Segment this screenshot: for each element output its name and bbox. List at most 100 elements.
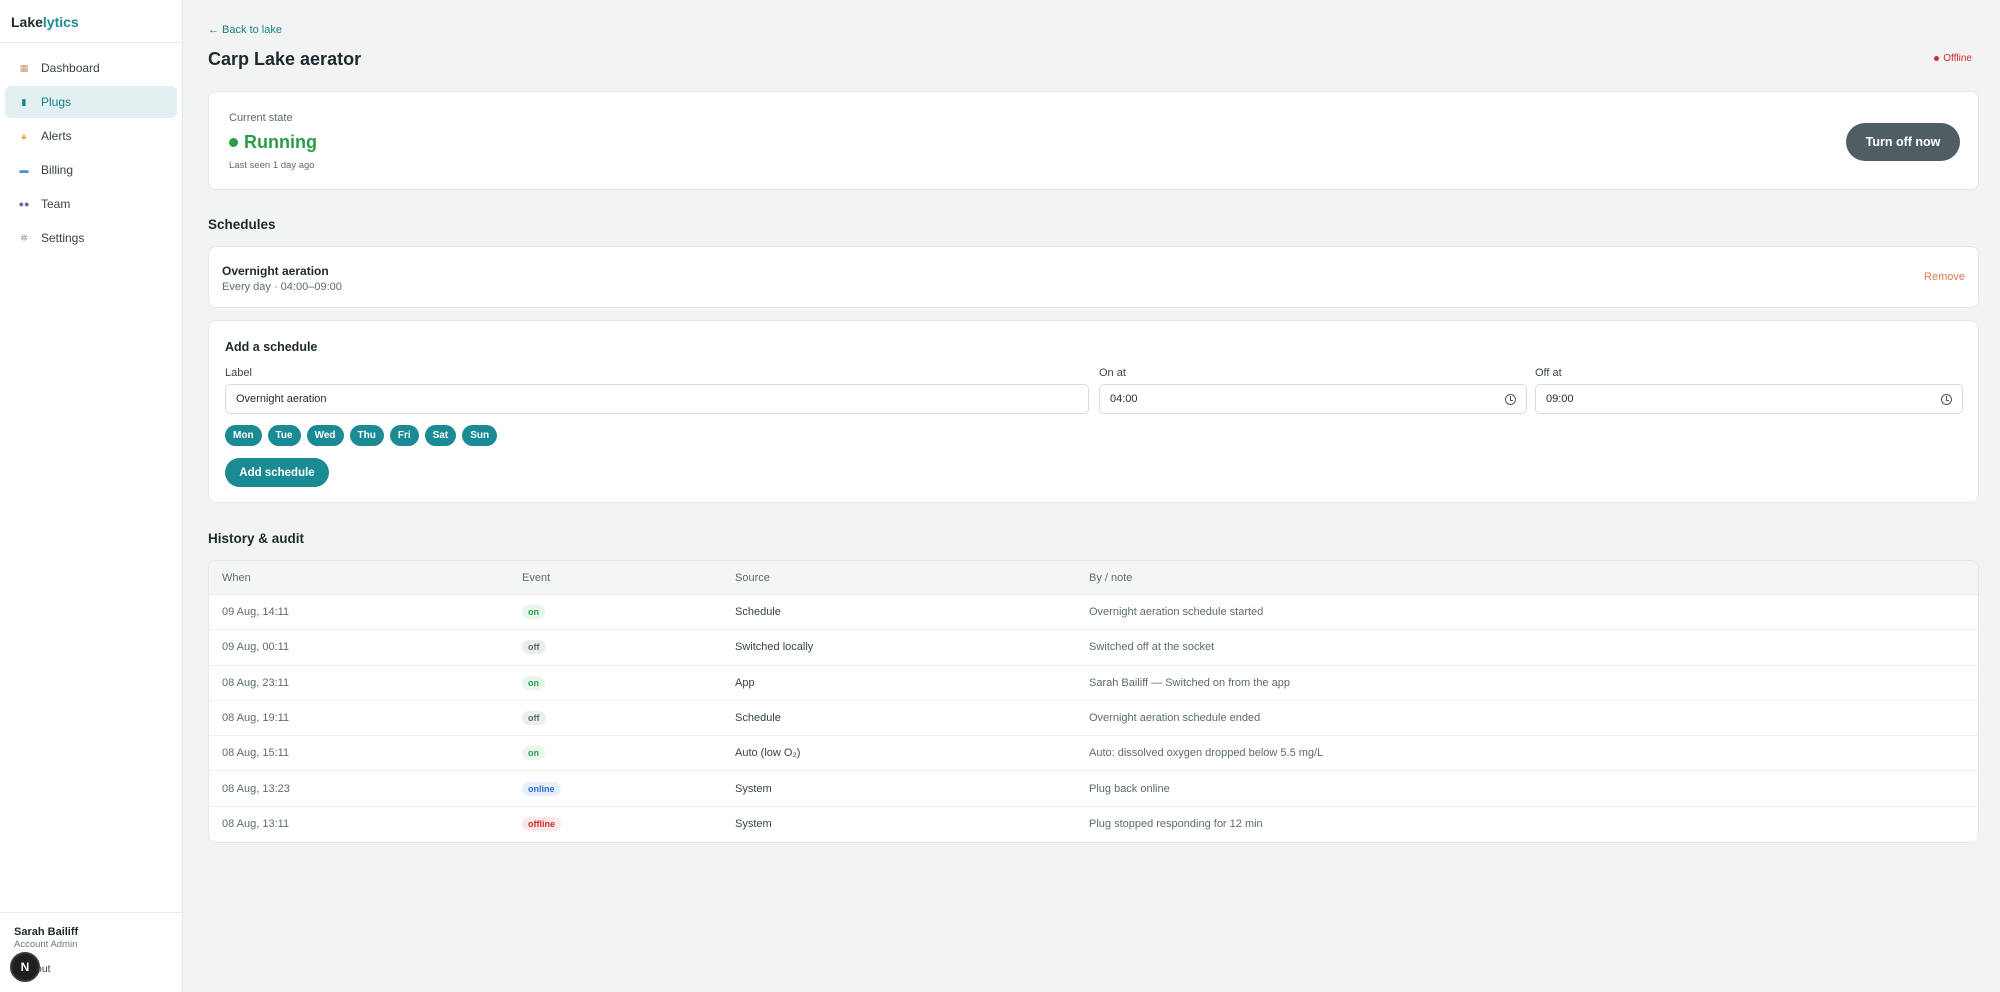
schedule-time: Every day · 04:00–09:00	[222, 281, 342, 293]
label-input[interactable]: Overnight aeration	[225, 384, 1089, 414]
day-chip-sun[interactable]: Sun	[462, 425, 498, 446]
team-icon: ●●	[18, 199, 30, 209]
status-dot-icon	[1934, 56, 1940, 61]
day-chip-wed[interactable]: Wed	[306, 425, 344, 446]
table-row: 09 Aug, 00:11 off Switched locally Switched…	[209, 630, 1978, 666]
cell-when: 08 Aug, 15:11	[222, 747, 290, 760]
sidebar: Lakelytics ▦ Dashboard ▮ Plugs ▲ Alerts ▬ Billi…	[0, 0, 183, 992]
column-note: By / note	[1089, 571, 1133, 584]
add-schedule-card: Add a schedule Label Overnight aeration …	[208, 320, 1979, 503]
sidebar-item-plugs[interactable]: ▮ Plugs	[5, 86, 177, 118]
sidebar-item-dashboard[interactable]: ▦ Dashboard	[5, 52, 177, 84]
clock-icon[interactable]	[1941, 393, 1952, 405]
column-event: Event	[522, 571, 551, 584]
cell-event: online	[522, 781, 735, 796]
event-badge: offline	[522, 817, 561, 832]
page-title: Carp Lake aerator	[208, 49, 362, 69]
day-chip-mon[interactable]: Mon	[225, 425, 262, 446]
table-body: 09 Aug, 14:11 on Schedule Overnight aeratio…	[209, 595, 1978, 842]
current-state-card: Current state Running Last seen 1 day ag…	[208, 91, 1979, 190]
state-label: Current state	[229, 112, 293, 124]
cell-when: 08 Aug, 23:11	[222, 676, 290, 689]
sidebar-item-label: Dashboard	[41, 61, 100, 75]
cell-source: Schedule	[735, 606, 781, 619]
off-at-time-input[interactable]: 09:00	[1535, 384, 1963, 414]
cell-note: Auto: dissolved oxygen dropped below 5.5…	[1089, 747, 1324, 760]
schedule-item: Overnight aeration Every day · 04:00–09:…	[208, 246, 1979, 308]
user-name: Sarah Bailiff	[14, 926, 79, 938]
sidebar-item-team[interactable]: ●● Team	[5, 188, 177, 220]
day-chip-sat[interactable]: Sat	[424, 425, 457, 446]
event-badge: online	[522, 781, 561, 796]
cell-note: Plug stopped responding for 12 min	[1089, 818, 1263, 831]
sidebar-item-label: Billing	[41, 163, 74, 177]
column-source: Source	[735, 571, 770, 584]
remove-schedule-button[interactable]: Remove	[1924, 271, 1965, 283]
sidebar-item-alerts[interactable]: ▲ Alerts	[5, 120, 177, 152]
bell-icon: ▲	[19, 131, 29, 141]
cell-source: System	[735, 818, 772, 831]
cell-note: Plug back online	[1089, 782, 1170, 795]
cell-when: 09 Aug, 00:11	[222, 641, 290, 654]
day-selector: Mon Tue Wed Thu Fri Sat Sun	[225, 425, 498, 446]
sidebar-item-settings[interactable]: ✲ Settings	[5, 222, 177, 254]
cell-note: Sarah Bailiff — Switched on from the app	[1089, 676, 1290, 689]
on-at-time-input[interactable]: 04:00	[1099, 384, 1527, 414]
cell-event: on	[522, 746, 735, 761]
plug-icon: ▮	[21, 96, 27, 107]
cell-note: Switched off at the socket	[1089, 641, 1215, 654]
add-schedule-title: Add a schedule	[225, 340, 318, 354]
event-badge: off	[522, 711, 546, 726]
day-chip-thu[interactable]: Thu	[349, 425, 384, 446]
add-schedule-button[interactable]: Add schedule	[225, 458, 329, 487]
cell-note: Overnight aeration schedule ended	[1089, 712, 1261, 725]
sidebar-item-label: Settings	[41, 231, 85, 245]
gear-icon: ✲	[20, 232, 28, 243]
cell-event: on	[522, 675, 735, 690]
on-at-label: On at	[1099, 367, 1126, 379]
sidebar-item-label: Team	[41, 197, 71, 211]
day-chip-fri[interactable]: Fri	[389, 425, 419, 446]
turn-off-button[interactable]: Turn off now	[1846, 123, 1960, 161]
history-table: When Event Source By / note 09 Aug, 14:1…	[208, 560, 1979, 843]
cell-event: offline	[522, 817, 735, 832]
running-dot-icon	[229, 138, 238, 147]
day-chip-tue[interactable]: Tue	[267, 425, 301, 446]
avatar[interactable]: N	[10, 952, 40, 982]
cell-source: System	[735, 782, 772, 795]
cell-when: 09 Aug, 14:11	[222, 606, 290, 619]
cell-source: Switched locally	[735, 641, 814, 654]
table-row: 08 Aug, 23:11 on App Sarah Bailiff — Switch…	[209, 666, 1978, 701]
schedules-title: Schedules	[208, 217, 276, 232]
brand-logo[interactable]: Lakelytics	[0, 0, 182, 43]
sidebar-item-billing[interactable]: ▬ Billing	[5, 154, 177, 186]
event-badge: on	[522, 746, 545, 761]
table-row: 08 Aug, 19:11 off Schedule Overnight aerati…	[209, 701, 1978, 737]
cell-when: 08 Aug, 13:11	[222, 818, 290, 831]
cell-when: 08 Aug, 19:11	[222, 712, 290, 725]
table-row: 08 Aug, 13:23 online System Plug back onlin…	[209, 771, 1978, 807]
card-icon: ▬	[19, 165, 29, 175]
cell-event: off	[522, 711, 735, 726]
cell-source: App	[735, 676, 755, 689]
table-header: When Event Source By / note	[209, 561, 1978, 595]
back-to-lake-link[interactable]: ← Back to lake	[208, 24, 282, 36]
cell-source: Auto (low O₂)	[735, 747, 801, 760]
cell-when: 08 Aug, 13:23	[222, 782, 290, 795]
event-badge: on	[522, 605, 545, 620]
schedule-name: Overnight aeration	[222, 264, 329, 278]
column-when: When	[222, 571, 251, 584]
event-badge: off	[522, 640, 546, 655]
cell-source: Schedule	[735, 712, 781, 725]
sidebar-item-label: Alerts	[41, 129, 72, 143]
cell-event: on	[522, 605, 735, 620]
table-row: 08 Aug, 15:11 on Auto (low O₂) Auto: dissol…	[209, 736, 1978, 772]
clock-icon[interactable]	[1505, 393, 1516, 405]
last-seen: Last seen 1 day ago	[229, 160, 315, 171]
off-at-label: Off at	[1535, 367, 1562, 379]
status-badge: Offline	[1934, 53, 1972, 64]
dashboard-icon: ▦	[19, 62, 29, 73]
user-role: Account Admin	[14, 939, 78, 950]
table-row: 08 Aug, 13:11 offline System Plug stopped r…	[209, 807, 1978, 842]
table-row: 09 Aug, 14:11 on Schedule Overnight aeratio…	[209, 595, 1978, 631]
